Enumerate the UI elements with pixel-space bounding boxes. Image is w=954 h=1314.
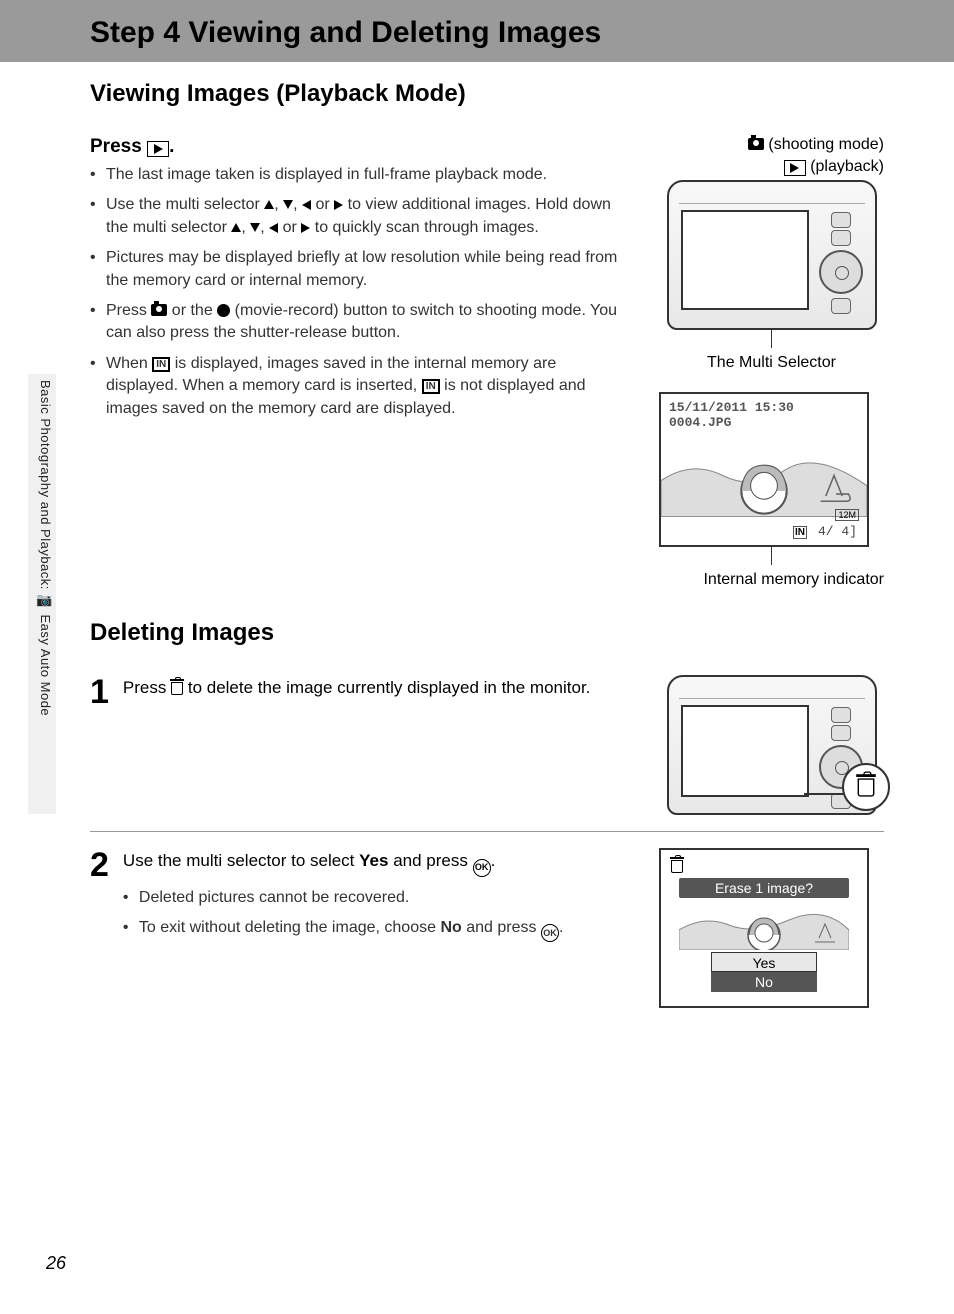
right-icon	[334, 200, 343, 210]
step-number-1: 1	[90, 675, 109, 709]
shooting-mode-label: (shooting mode)	[659, 136, 884, 154]
preview-resolution: 12M	[835, 509, 859, 521]
step-number-2: 2	[90, 848, 109, 882]
step-1: 1 Press to delete the image currently di…	[90, 675, 629, 709]
separator	[90, 831, 884, 832]
camera-icon	[151, 304, 167, 316]
erase-confirm-screen: Erase 1 image? Yes No	[659, 848, 869, 1008]
internal-memory-icon: IN	[422, 379, 440, 394]
side-section-label: Basic Photography and Playback: 📷 Easy A…	[38, 380, 53, 716]
trash-icon	[171, 682, 183, 695]
bullet-1: The last image taken is displayed in ful…	[90, 164, 629, 186]
playback-icon	[147, 141, 169, 157]
down-icon	[283, 200, 293, 209]
title-bar: Step 4 Viewing and Deleting Images	[0, 0, 954, 62]
down-icon	[250, 223, 260, 232]
right-icon	[301, 223, 310, 233]
bullet-5: When IN is displayed, images saved in th…	[90, 353, 629, 420]
viewing-heading: Viewing Images (Playback Mode)	[90, 80, 884, 108]
up-icon	[231, 223, 241, 232]
camera-diagram	[667, 180, 877, 330]
internal-memory-label: Internal memory indicator	[659, 571, 884, 589]
camera-icon	[748, 138, 764, 150]
deleting-heading: Deleting Images	[90, 619, 884, 647]
delete-button-callout	[842, 763, 890, 811]
delete-diagram	[659, 675, 884, 815]
playback-label: (playback)	[659, 158, 884, 176]
multi-selector-label: The Multi Selector	[659, 354, 884, 372]
press-heading: Press .	[90, 136, 629, 158]
playback-icon	[784, 160, 806, 176]
playback-preview: 15/11/2011 15:30 0004.JPG 12M IN 4/ 4]	[659, 392, 869, 547]
internal-memory-icon: IN	[152, 357, 170, 372]
viewing-bullet-list: The last image taken is displayed in ful…	[90, 164, 629, 420]
record-icon	[217, 304, 230, 317]
page-number: 26	[46, 1253, 66, 1274]
yes-bold: Yes	[359, 851, 388, 870]
press-label: Press	[90, 136, 142, 157]
bullet-2: Use the multi selector , , or to view ad…	[90, 194, 629, 239]
up-icon	[264, 200, 274, 209]
ok-icon: OK	[473, 859, 491, 877]
no-bold: No	[440, 919, 461, 936]
trash-icon	[671, 860, 683, 873]
preview-date: 15/11/2011 15:30	[669, 400, 794, 415]
bullet-3: Pictures may be displayed briefly at low…	[90, 247, 629, 292]
erase-option-yes: Yes	[711, 952, 817, 972]
step2-bullet-2: To exit without deleting the image, choo…	[123, 917, 629, 942]
left-icon	[269, 223, 278, 233]
left-icon	[302, 200, 311, 210]
step2-bullet-1: Deleted pictures cannot be recovered.	[123, 887, 629, 909]
erase-option-no: No	[711, 972, 817, 992]
bullet-4: Press or the (movie-record) button to sw…	[90, 300, 629, 345]
preview-file: 0004.JPG	[669, 415, 794, 430]
preview-scene	[661, 434, 867, 517]
preview-count: 4/ 4]	[818, 524, 857, 539]
multi-selector-diagram	[819, 250, 863, 294]
page-title: Step 4 Viewing and Deleting Images	[90, 16, 954, 50]
step-2: 2 Use the multi selector to select Yes a…	[90, 848, 629, 950]
erase-prompt: Erase 1 image?	[679, 878, 849, 898]
preview-in-icon: IN	[793, 526, 807, 539]
ok-icon: OK	[541, 924, 559, 942]
